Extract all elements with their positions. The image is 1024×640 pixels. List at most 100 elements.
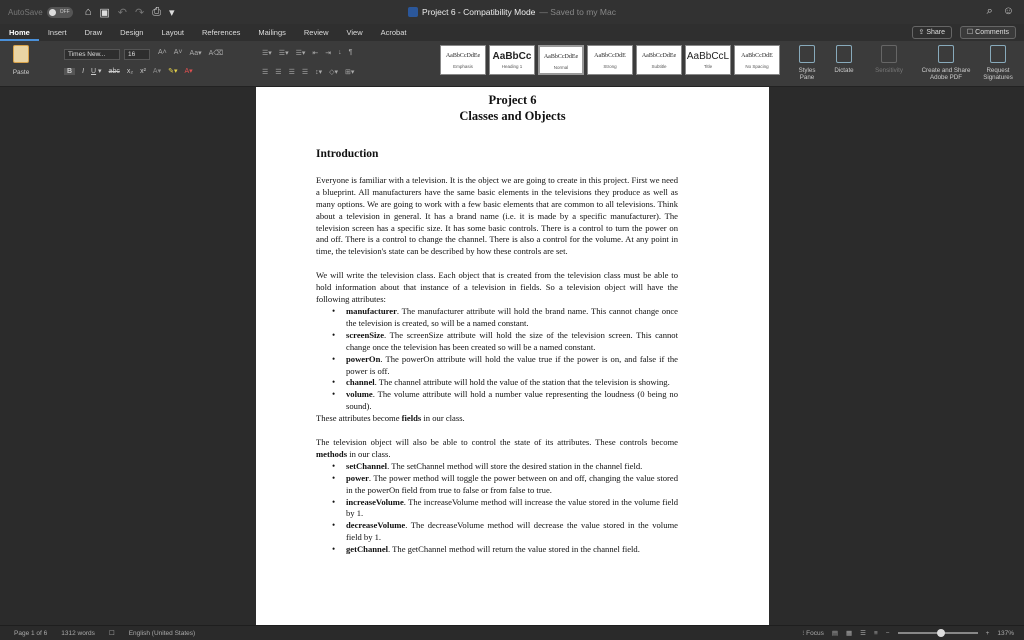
multilevel-list-icon[interactable]: ☰▾ xyxy=(296,49,306,57)
shrink-font-icon[interactable]: A˅ xyxy=(174,49,183,57)
increase-indent-icon[interactable]: ⇥ xyxy=(325,49,331,57)
autosave-label: AutoSave xyxy=(8,8,43,17)
document-page[interactable]: Project 6 Classes and Objects Introducti… xyxy=(256,87,769,625)
align-right-icon[interactable]: ☰ xyxy=(289,68,295,76)
change-case-icon[interactable]: Aa▾ xyxy=(190,49,202,57)
ribbon: Paste Times New... 16 A˄ A˅ Aa▾ A⌫ B I U… xyxy=(0,41,1024,87)
zoom-slider-knob[interactable] xyxy=(937,629,945,637)
list-item: decreaseVolume. The decreaseVolume metho… xyxy=(316,520,678,544)
tab-mailings[interactable]: Mailings xyxy=(249,24,295,41)
styles-gallery: AaBbCcDdEeEmphasis AaBbCcHeading 1 AaBbC… xyxy=(440,45,780,75)
highlight-icon[interactable]: ✎▾ xyxy=(168,67,177,75)
show-marks-icon[interactable]: ¶ xyxy=(349,49,353,57)
style-emphasis[interactable]: AaBbCcDdEeEmphasis xyxy=(440,45,486,75)
doc-title-line1: Project 6 xyxy=(256,92,769,108)
italic-button[interactable]: I xyxy=(82,68,84,75)
clear-format-icon[interactable]: A⌫ xyxy=(209,49,224,57)
decrease-indent-icon[interactable]: ⇤ xyxy=(312,49,318,57)
language-status[interactable]: English (United States) xyxy=(129,630,195,637)
document-canvas: Project 6 Classes and Objects Introducti… xyxy=(0,87,1024,625)
tab-references[interactable]: References xyxy=(193,24,249,41)
undo-icon[interactable]: ↶ xyxy=(118,6,127,19)
ribbon-tabs: Home Insert Draw Design Layout Reference… xyxy=(0,24,1024,41)
tab-insert[interactable]: Insert xyxy=(39,24,76,41)
share-button[interactable]: ⇪ Share xyxy=(912,26,953,39)
draft-view-icon[interactable]: ≡ xyxy=(874,630,878,637)
tab-home[interactable]: Home xyxy=(0,24,39,41)
tab-acrobat[interactable]: Acrobat xyxy=(372,24,416,41)
superscript-button[interactable]: x² xyxy=(140,68,146,75)
bold-button[interactable]: B xyxy=(64,68,75,75)
word-count[interactable]: 1312 words xyxy=(61,630,95,637)
underline-button[interactable]: U ▾ xyxy=(91,67,102,75)
text-effects-icon[interactable]: A▾ xyxy=(153,67,161,75)
subscript-button[interactable]: x₂ xyxy=(127,68,133,75)
strikethrough-button[interactable]: abc xyxy=(109,68,120,75)
autosave-toggle[interactable]: OFF xyxy=(47,7,73,18)
request-signatures-button[interactable]: Request Signatures xyxy=(978,45,1018,81)
web-layout-icon[interactable]: ▦ xyxy=(846,629,852,637)
list-item: getChannel. The getChannel method will r… xyxy=(316,544,678,556)
tab-draw[interactable]: Draw xyxy=(76,24,112,41)
section-heading: Introduction xyxy=(316,149,678,161)
proofing-icon[interactable]: ☐ xyxy=(109,629,115,637)
page-count[interactable]: Page 1 of 6 xyxy=(14,630,47,637)
doc-title-line2: Classes and Objects xyxy=(256,108,769,124)
style-subtitle[interactable]: AaBbCcDdEeSubtitle xyxy=(636,45,682,75)
home-icon[interactable]: ⌂ xyxy=(85,6,92,19)
list-item: setChannel. The setChannel method will s… xyxy=(316,461,678,473)
style-no-spacing[interactable]: AaBbCcDdENo Spacing xyxy=(734,45,780,75)
sensitivity-icon xyxy=(881,45,897,63)
justify-icon[interactable]: ☰ xyxy=(302,68,308,76)
account-icon[interactable]: ☺ xyxy=(1003,5,1014,18)
redo-icon[interactable]: ↷ xyxy=(135,6,144,19)
list-item: increaseVolume. The increaseVolume metho… xyxy=(316,497,678,521)
style-title[interactable]: AaBbCcLTitle xyxy=(685,45,731,75)
paragraph-methods: The television object will also be able … xyxy=(316,437,678,461)
list-item: manufacturer. The manufacturer attribute… xyxy=(316,306,678,330)
numbering-icon[interactable]: ☰▾ xyxy=(279,49,289,57)
autosave-control[interactable]: AutoSave OFF xyxy=(8,7,73,18)
style-normal[interactable]: AaBbCcDdEeNormal xyxy=(538,45,584,75)
bullets-icon[interactable]: ☰▾ xyxy=(262,49,272,57)
tab-design[interactable]: Design xyxy=(111,24,152,41)
style-strong[interactable]: AaBbCcDdEStrong xyxy=(587,45,633,75)
attributes-list: manufacturer. The manufacturer attribute… xyxy=(316,306,678,413)
print-icon[interactable]: ⎙ xyxy=(152,6,161,19)
grow-font-icon[interactable]: A˄ xyxy=(158,49,167,57)
font-name-select[interactable]: Times New... xyxy=(64,49,120,60)
search-icon[interactable]: ⌕ xyxy=(987,5,993,18)
pdf-icon xyxy=(938,45,954,63)
sensitivity-button[interactable]: Sensitivity xyxy=(870,45,908,74)
list-item: volume. The volume attribute will hold a… xyxy=(316,389,678,413)
paragraph-intro: Everyone is familiar with a television. … xyxy=(316,175,678,258)
print-layout-icon[interactable]: ▤ xyxy=(832,629,838,637)
zoom-out-icon[interactable]: − xyxy=(886,630,890,637)
list-item: power. The power method will toggle the … xyxy=(316,473,678,497)
focus-button[interactable]: ⁝ Focus xyxy=(802,629,824,637)
signature-icon xyxy=(990,45,1006,63)
sort-icon[interactable]: ↓ xyxy=(338,49,342,57)
tab-review[interactable]: Review xyxy=(295,24,338,41)
style-heading-1[interactable]: AaBbCcHeading 1 xyxy=(489,45,535,75)
zoom-in-icon[interactable]: + xyxy=(986,630,990,637)
paste-button[interactable]: Paste xyxy=(6,45,36,76)
font-color-icon[interactable]: A▾ xyxy=(184,67,192,75)
dictate-button[interactable]: Dictate xyxy=(828,45,860,74)
align-left-icon[interactable]: ☰ xyxy=(262,68,268,76)
zoom-slider[interactable] xyxy=(898,632,978,634)
shading-icon[interactable]: ◇▾ xyxy=(329,68,338,76)
customize-toolbar-icon[interactable]: ▾ xyxy=(169,6,175,19)
font-size-select[interactable]: 16 xyxy=(124,49,150,60)
outline-view-icon[interactable]: ☰ xyxy=(860,629,866,637)
tab-view[interactable]: View xyxy=(337,24,371,41)
borders-icon[interactable]: ⊞▾ xyxy=(345,68,354,76)
tab-layout[interactable]: Layout xyxy=(152,24,193,41)
comments-button[interactable]: ☐ Comments xyxy=(960,26,1016,39)
align-center-icon[interactable]: ☰ xyxy=(275,68,281,76)
styles-pane-button[interactable]: Styles Pane xyxy=(794,45,820,81)
save-icon[interactable]: ▣ xyxy=(99,6,109,19)
create-pdf-button[interactable]: Create and Share Adobe PDF xyxy=(916,45,976,81)
line-spacing-icon[interactable]: ↕▾ xyxy=(315,68,322,76)
zoom-level[interactable]: 137% xyxy=(997,630,1014,637)
